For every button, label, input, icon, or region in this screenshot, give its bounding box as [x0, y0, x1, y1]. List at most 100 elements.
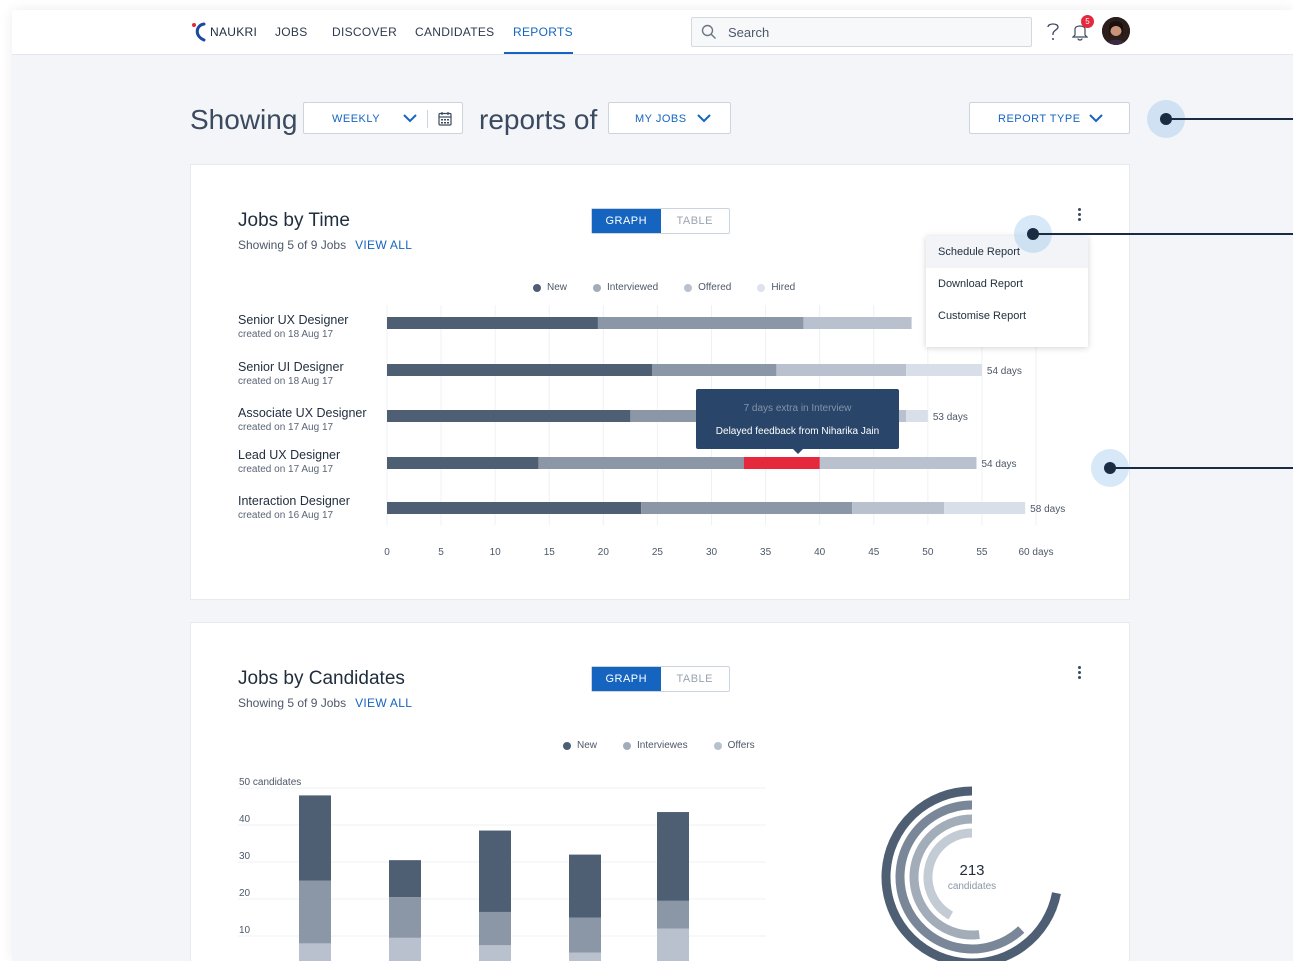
job-name[interactable]: Lead UX Designer: [238, 448, 340, 462]
bar-segment-offers: [569, 952, 601, 961]
x-tick-label: 20: [598, 547, 610, 558]
graph-toggle-button[interactable]: GRAPH: [592, 209, 661, 233]
tooltip-arrow: [792, 448, 804, 454]
bar-segment-offered: [803, 317, 912, 329]
bar-segment-interviewes: [479, 911, 511, 946]
y-tick-label: 40: [239, 814, 251, 825]
card-subtitle: Showing 5 of 9 Jobs VIEW ALL: [238, 238, 412, 252]
job-created-date: created on 17 Aug 17: [238, 422, 334, 433]
delay-highlight-segment: [743, 457, 820, 469]
x-tick-label: 10: [490, 547, 502, 558]
x-tick-label: 25: [652, 547, 664, 558]
view-all-link[interactable]: VIEW ALL: [355, 238, 412, 252]
search-input[interactable]: [726, 22, 1020, 42]
chevron-down-icon: [1089, 114, 1103, 123]
bar-segment-interviewed: [652, 364, 777, 376]
jobs-by-candidates-chart: 50 candidates403020100213candidates: [238, 777, 1061, 961]
bar-segment-interviewed: [538, 457, 820, 469]
chevron-down-icon: [697, 114, 711, 123]
y-tick-label: 30: [239, 851, 251, 862]
bar-segment-new: [387, 502, 642, 514]
delay-tooltip: 7 days extra in Interview Delayed feedba…: [696, 389, 899, 454]
bar-segment-new: [387, 410, 631, 422]
annotation-line: [1033, 233, 1293, 235]
naukri-logo-icon: [192, 22, 206, 42]
y-tick-label: 20: [239, 888, 251, 899]
bar-segment-interviewed: [597, 317, 804, 329]
help-icon[interactable]: [1046, 22, 1060, 42]
bar-segment-offered: [776, 364, 907, 376]
x-tick-label: 40: [814, 547, 826, 558]
x-tick-label: 15: [544, 547, 556, 558]
logo-text: NAUKRI: [210, 25, 258, 39]
donut-center-label: candidates: [948, 881, 996, 892]
tooltip-detail: Delayed feedback from Niharika Jain: [715, 426, 880, 437]
menu-item-customise-report[interactable]: Customise Report: [926, 300, 1088, 332]
card-title: Jobs by Time: [238, 210, 350, 231]
jobs-by-time-card: Jobs by Time Showing 5 of 9 Jobs VIEW ALL…: [190, 164, 1130, 600]
bar-segment-offers: [479, 945, 511, 961]
jobs-by-candidates-card: Jobs by Candidates Showing 5 of 9 Jobs VI…: [190, 622, 1130, 961]
x-tick-label: 5: [438, 547, 444, 558]
bar-segment-new: [569, 854, 601, 918]
x-tick-label: 35: [760, 547, 772, 558]
user-avatar[interactable]: [1102, 17, 1130, 45]
period-select[interactable]: WEEKLY: [303, 102, 463, 134]
x-tick-label: 0: [384, 547, 390, 558]
job-name[interactable]: Associate UX Designer: [238, 406, 367, 420]
annotation-line: [1110, 467, 1293, 469]
bar-segment-new: [299, 795, 331, 881]
job-created-date: created on 18 Aug 17: [238, 329, 334, 340]
nav-discover[interactable]: DISCOVER: [332, 25, 397, 39]
x-tick-label: 55: [976, 547, 988, 558]
chevron-down-icon: [403, 114, 417, 123]
calendar-icon[interactable]: [438, 111, 452, 126]
table-toggle-button[interactable]: TABLE: [661, 209, 730, 233]
bar-segment-new: [657, 812, 689, 901]
bar-total-label: 54 days: [982, 459, 1017, 470]
period-select-value: WEEKLY: [332, 113, 381, 125]
bar-segment-offered: [852, 502, 945, 514]
bar-segment-offers: [299, 943, 331, 961]
showing-label: Showing: [190, 104, 298, 135]
job-name[interactable]: Senior UX Designer: [238, 313, 348, 327]
bar-total-label: 53 days: [933, 412, 968, 423]
reports-of-label: reports of: [479, 104, 598, 135]
notification-badge: 5: [1081, 15, 1094, 28]
report-type-select[interactable]: REPORT TYPE: [969, 102, 1130, 134]
bar-segment-new: [387, 364, 653, 376]
report-options-menu: Schedule Report Download Report Customis…: [926, 236, 1088, 347]
bar-segment-offers: [389, 937, 421, 961]
scope-select[interactable]: MY JOBS: [608, 102, 731, 134]
report-type-label: REPORT TYPE: [998, 113, 1081, 125]
app-window: NAUKRI JOBS DISCOVER CANDIDATES REPORTS …: [12, 10, 1293, 961]
menu-item-schedule-report[interactable]: Schedule Report: [926, 236, 1088, 268]
search-box[interactable]: [691, 17, 1032, 47]
legend-item: New: [533, 282, 567, 293]
bar-segment-offers: [657, 928, 689, 961]
bar-segment-interviewes: [299, 880, 331, 944]
avatar-photo: [1102, 17, 1130, 45]
bar-segment-hired: [906, 410, 928, 422]
job-name[interactable]: Interaction Designer: [238, 494, 350, 508]
job-name[interactable]: Senior UI Designer: [238, 360, 344, 374]
jobs-count-text: Showing 5 of 9 Jobs: [238, 238, 347, 252]
brand-logo[interactable]: NAUKRI: [190, 22, 257, 42]
legend-item: Offered: [684, 282, 731, 293]
nav-jobs[interactable]: JOBS: [275, 25, 308, 39]
bar-segment-new: [479, 830, 511, 912]
x-tick-label: 60 days: [1018, 547, 1053, 558]
more-options-icon[interactable]: [1078, 208, 1082, 223]
search-icon: [701, 24, 716, 39]
bar-total-label: 58 days: [1030, 504, 1065, 515]
legend-item: Interviewed: [593, 282, 658, 293]
bar-segment-interviewes: [657, 900, 689, 929]
bar-segment-interviewes: [389, 897, 421, 938]
nav-candidates[interactable]: CANDIDATES: [415, 25, 494, 39]
job-created-date: created on 16 Aug 17: [238, 510, 334, 521]
menu-item-download-report[interactable]: Download Report: [926, 268, 1088, 300]
bar-segment-new: [389, 860, 421, 898]
x-tick-label: 50: [922, 547, 934, 558]
nav-reports[interactable]: REPORTS: [513, 25, 573, 39]
graph-table-toggle: GRAPH TABLE: [591, 208, 730, 234]
